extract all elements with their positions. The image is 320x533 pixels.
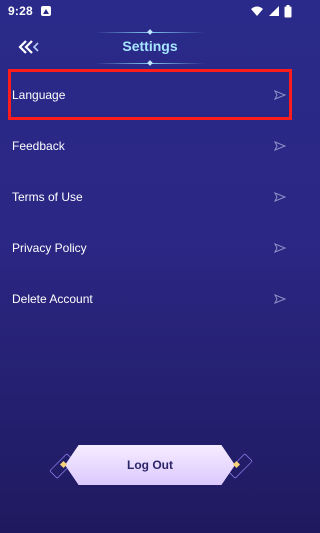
menu-item-label: Delete Account bbox=[12, 291, 93, 306]
logout-label: Log Out bbox=[127, 458, 173, 472]
status-right bbox=[250, 4, 292, 18]
arrow-right-icon bbox=[274, 89, 286, 100]
menu-item-label: Feedback bbox=[12, 138, 65, 153]
arrow-right-icon bbox=[274, 242, 286, 253]
arrow-right-icon bbox=[274, 191, 286, 202]
cell-signal-icon bbox=[269, 6, 279, 16]
battery-icon bbox=[284, 4, 292, 17]
menu-item-label: Privacy Policy bbox=[12, 240, 87, 255]
menu-item-label: Terms of Use bbox=[12, 189, 83, 204]
arrow-right-icon bbox=[274, 293, 286, 304]
menu-item-privacy-policy[interactable]: Privacy Policy bbox=[0, 222, 300, 273]
logout-button[interactable]: Log Out bbox=[65, 445, 235, 485]
header-top-diamond bbox=[147, 29, 153, 35]
wifi-icon bbox=[251, 6, 263, 16]
page-title: Settings bbox=[122, 38, 178, 54]
logout-area: Log Out bbox=[49, 443, 253, 487]
arrow-right-icon bbox=[274, 140, 286, 151]
menu-item-terms-of-use[interactable]: Terms of Use bbox=[0, 171, 300, 222]
header: Settings bbox=[0, 28, 300, 66]
menu-item-label: Language bbox=[12, 87, 66, 102]
menu-item-feedback[interactable]: Feedback bbox=[0, 120, 300, 171]
status-time: 9:28 bbox=[8, 4, 33, 18]
status-bar: 9:28 bbox=[0, 0, 300, 22]
header-bottom-diamond bbox=[147, 60, 153, 66]
menu-item-language[interactable]: Language bbox=[8, 69, 292, 120]
settings-menu: Language Feedback Terms of Use Privacy P… bbox=[0, 69, 300, 324]
menu-item-delete-account[interactable]: Delete Account bbox=[0, 273, 300, 324]
notification-icon bbox=[40, 6, 51, 16]
status-left: 9:28 bbox=[8, 4, 51, 18]
